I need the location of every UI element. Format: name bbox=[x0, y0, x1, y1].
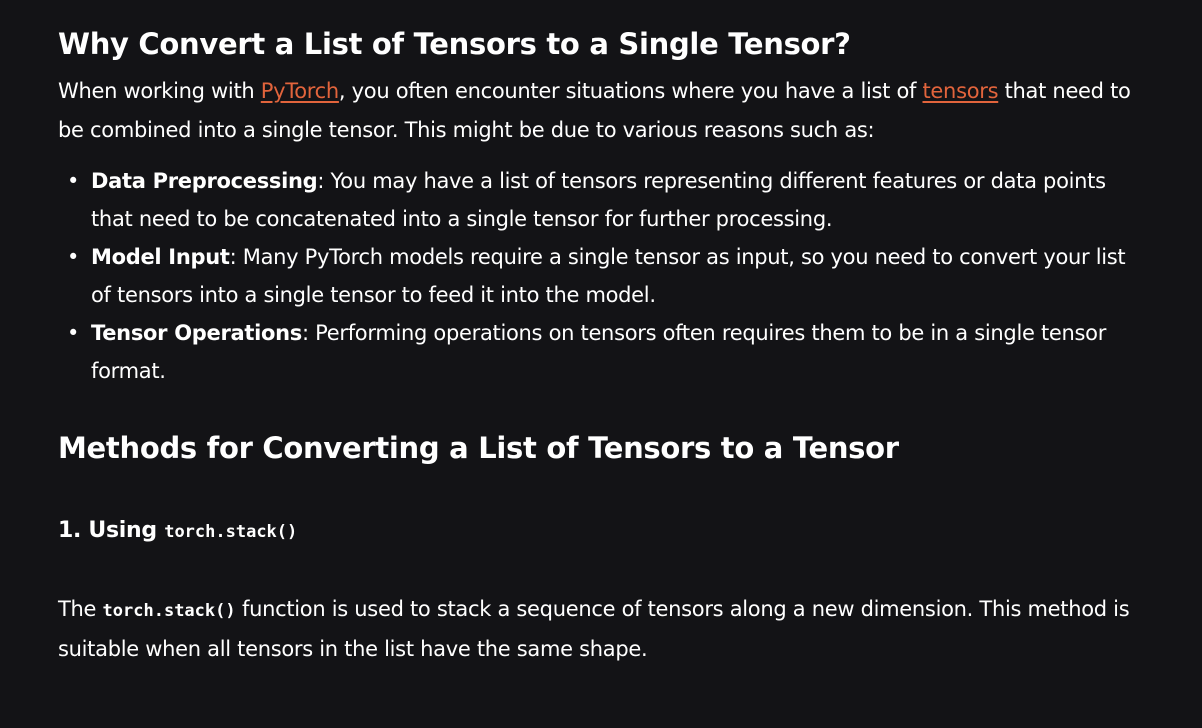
article-content: Why Convert a List of Tensors to a Singl… bbox=[58, 22, 1138, 668]
tensors-link[interactable]: tensors bbox=[923, 79, 999, 103]
bullet-icon: • bbox=[67, 321, 80, 345]
reasons-list: • Data Preprocessing: You may have a list… bbox=[58, 162, 1138, 390]
bullet-icon: • bbox=[67, 169, 80, 193]
section-heading-methods: Methods for Converting a List of Tensors… bbox=[58, 431, 899, 465]
section-heading-why-convert: Why Convert a List of Tensors to a Singl… bbox=[58, 27, 851, 61]
list-item-model-input: • Model Input: Many PyTorch models requir… bbox=[67, 238, 1138, 314]
list-item-text: : Many PyTorch models require a single t… bbox=[91, 245, 1126, 307]
inline-code-torch-stack: torch.stack() bbox=[102, 601, 236, 621]
intro-text-2: , you often encounter situations where y… bbox=[338, 79, 923, 103]
pytorch-link[interactable]: PyTorch bbox=[261, 79, 339, 103]
intro-paragraph: When working with PyTorch, you often enc… bbox=[58, 72, 1138, 150]
bullet-icon: • bbox=[67, 245, 80, 269]
list-item-term: Tensor Operations bbox=[91, 321, 302, 345]
list-item-term: Model Input bbox=[91, 245, 230, 269]
intro-text-1: When working with bbox=[58, 79, 261, 103]
list-item-tensor-operations: • Tensor Operations: Performing operation… bbox=[67, 314, 1138, 390]
subheading-code: torch.stack() bbox=[164, 522, 298, 542]
body-text-1: The bbox=[58, 597, 103, 621]
torch-stack-description: The torch.stack() function is used to st… bbox=[58, 590, 1138, 668]
subheading-torch-stack: 1. Using torch.stack() bbox=[58, 513, 1138, 550]
subheading-prefix: 1. Using bbox=[58, 518, 165, 543]
list-item-data-preprocessing: • Data Preprocessing: You may have a list… bbox=[67, 162, 1138, 238]
list-item-term: Data Preprocessing bbox=[91, 169, 318, 193]
